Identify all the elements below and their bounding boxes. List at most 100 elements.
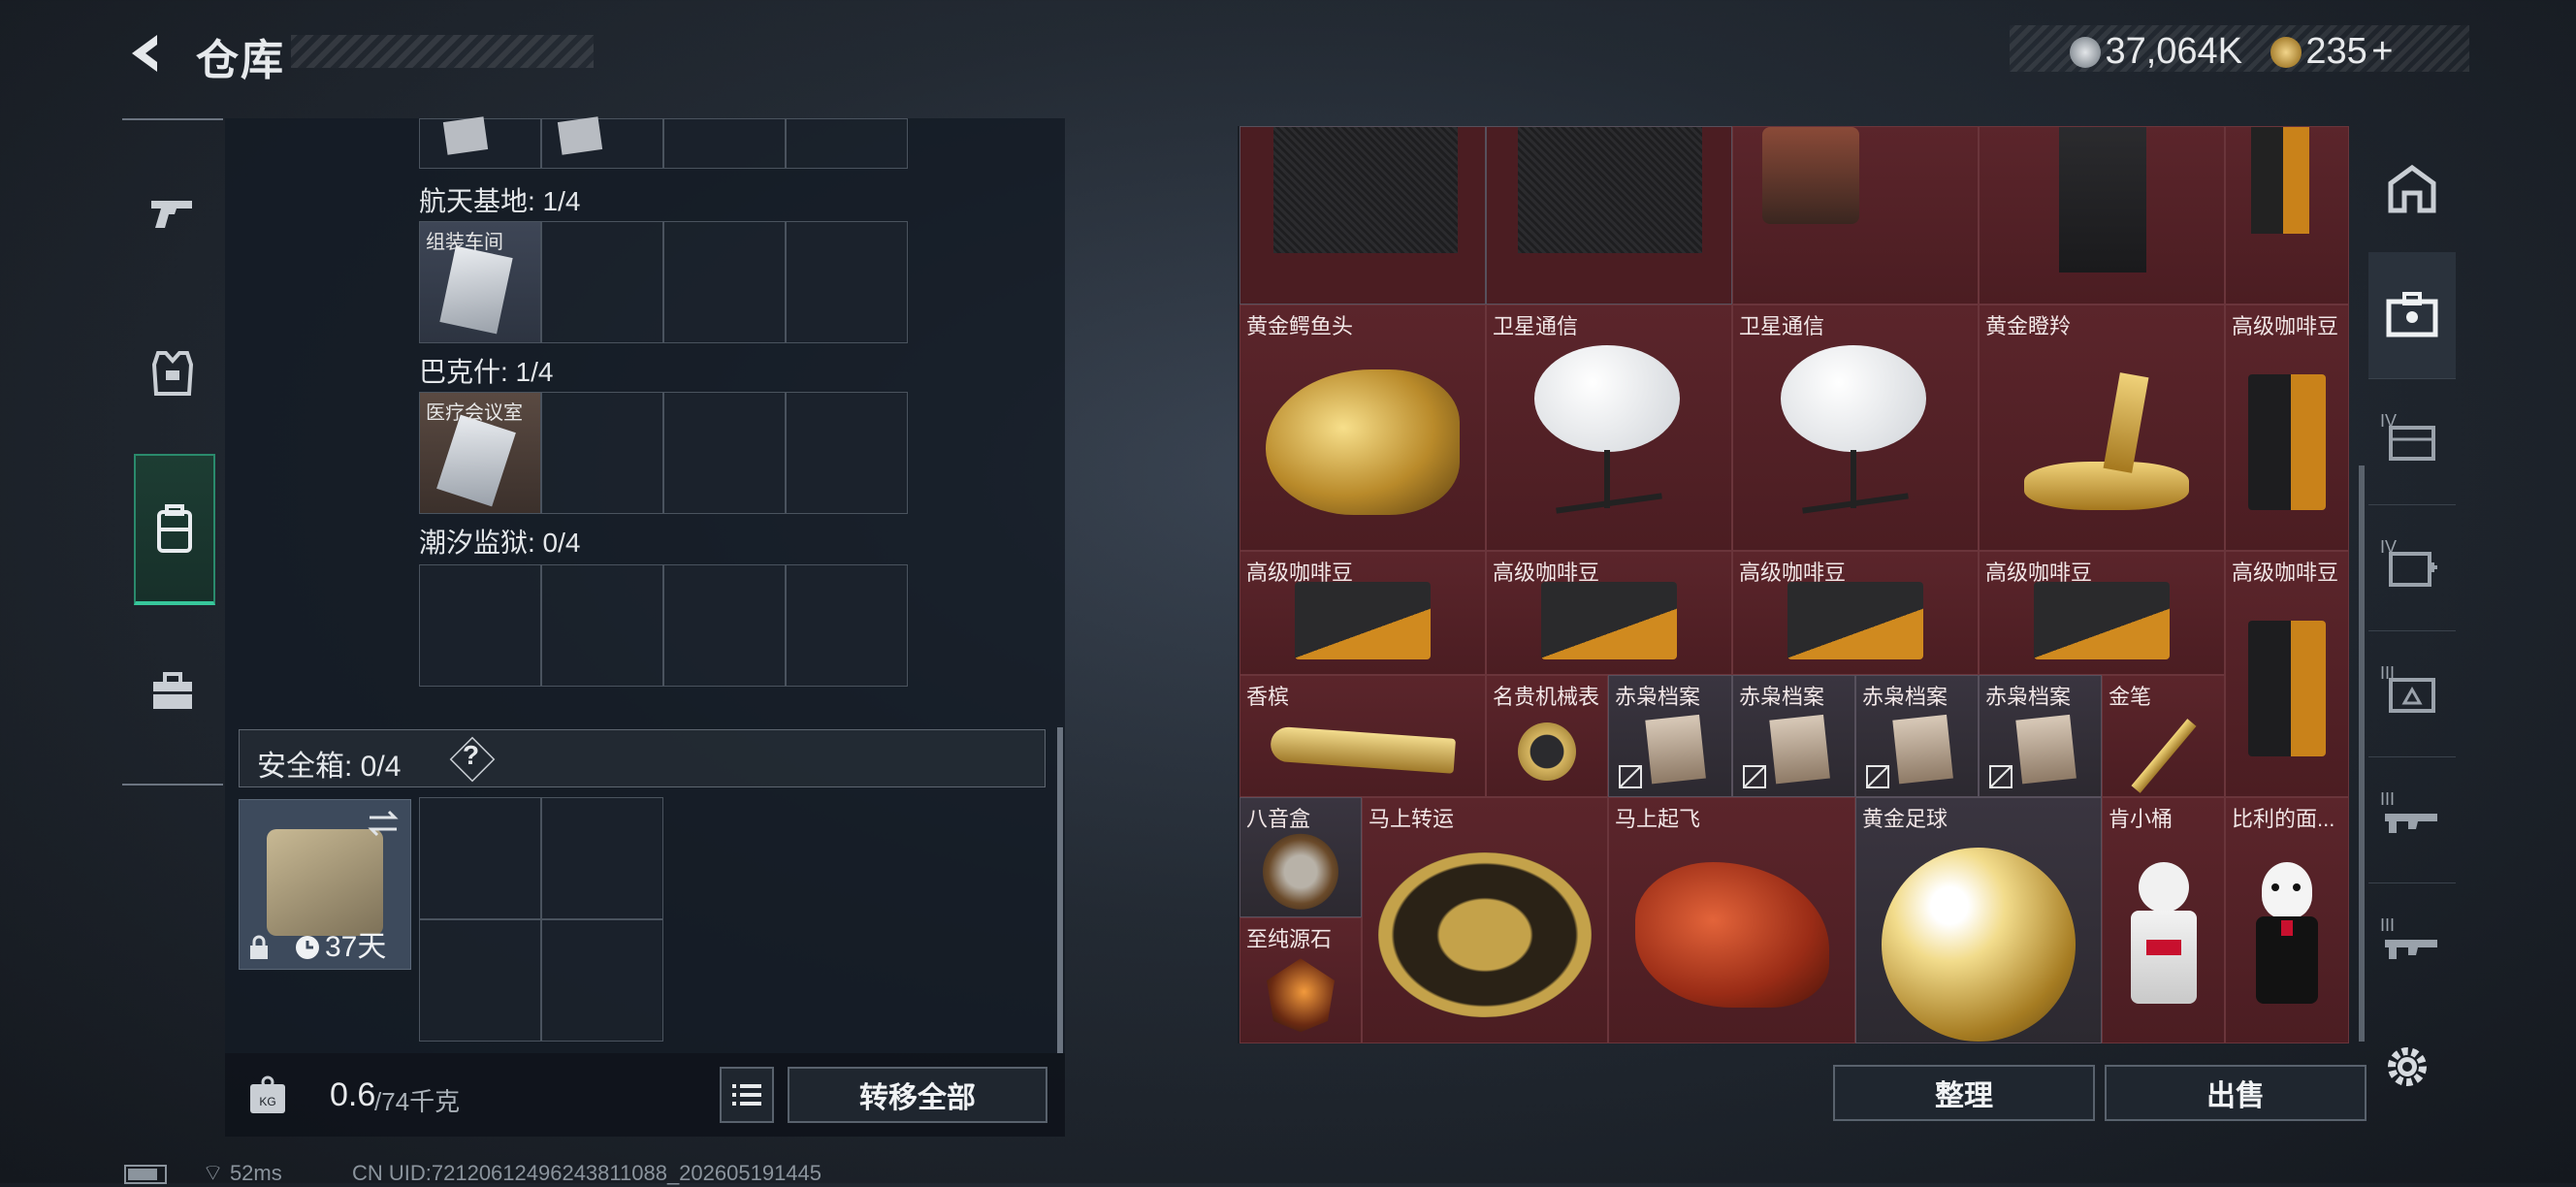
- keycard-slot[interactable]: [786, 221, 908, 343]
- sort-button[interactable]: 整理: [1833, 1065, 2095, 1121]
- stash-item[interactable]: 至纯源石: [1240, 917, 1362, 1043]
- keycard-slot[interactable]: [663, 392, 786, 514]
- stash-item[interactable]: [1240, 126, 1486, 305]
- sidebar-armorbox-iii[interactable]: III: [2368, 630, 2456, 757]
- stash-item[interactable]: 马上起飞: [1608, 797, 1855, 1043]
- card-slot[interactable]: [419, 116, 541, 169]
- stash-item[interactable]: 黄金鳄鱼头: [1240, 305, 1486, 551]
- keycard-row: 医疗会议室: [419, 392, 908, 514]
- sidebar-case[interactable]: [2368, 252, 2456, 379]
- coffee-box-image: [1295, 581, 1431, 659]
- stash-item[interactable]: 高级咖啡豆: [1732, 551, 1979, 675]
- stash-item[interactable]: 比利的面...: [2225, 797, 2349, 1043]
- keycard-slot[interactable]: [786, 392, 908, 514]
- case-icon: [2386, 292, 2438, 337]
- coffee-bag-image: [2248, 621, 2326, 757]
- keycard[interactable]: 组装车间: [420, 222, 540, 342]
- stash-item[interactable]: 高级咖啡豆: [1486, 551, 1732, 675]
- tier-label: IV: [2380, 537, 2398, 557]
- item-name: 马上起飞: [1615, 807, 1701, 831]
- stash-item[interactable]: 高级咖啡豆: [2225, 551, 2349, 797]
- tier-label: III: [2380, 789, 2396, 809]
- nav-weapons[interactable]: [134, 140, 211, 285]
- stash-item[interactable]: 高级咖啡豆: [1240, 551, 1486, 675]
- settings-gear-icon[interactable]: [2382, 1042, 2432, 1092]
- stash-item[interactable]: 高级咖啡豆: [1979, 551, 2225, 675]
- stash-item[interactable]: 香槟: [1240, 675, 1486, 797]
- keycard-slot[interactable]: 医疗会议室: [419, 392, 541, 514]
- sell-button[interactable]: 出售: [2105, 1065, 2367, 1121]
- stash-item[interactable]: 黄金足球: [1855, 797, 2102, 1043]
- stash-item[interactable]: 马上转运: [1362, 797, 1608, 1043]
- card-slot[interactable]: [663, 118, 786, 169]
- stash-item[interactable]: 赤枭档案: [1608, 675, 1732, 797]
- coffee-bag-image: [2248, 374, 2326, 511]
- card-slot[interactable]: [541, 116, 663, 169]
- sidebar-medkit-iv[interactable]: IV: [2368, 504, 2456, 631]
- music-box-image: [1263, 834, 1338, 911]
- tier-label: III: [2380, 663, 2396, 683]
- card-slot[interactable]: [786, 118, 908, 169]
- safe-slot[interactable]: [419, 919, 541, 1042]
- keycard-slot[interactable]: 组装车间: [419, 221, 541, 343]
- battery-icon: [124, 1165, 167, 1185]
- back-arrow-icon[interactable]: [124, 31, 169, 76]
- help-icon[interactable]: ?: [463, 740, 479, 771]
- stash-item[interactable]: 金笔: [2102, 675, 2225, 797]
- stash-item[interactable]: [2225, 126, 2349, 305]
- keycard-slot[interactable]: [786, 564, 908, 687]
- safe-box-header: 安全箱: 0/4 ?: [239, 729, 1046, 787]
- keycard-slot[interactable]: [663, 564, 786, 687]
- lock-icon: [250, 935, 268, 959]
- list-view-button[interactable]: [720, 1067, 774, 1123]
- no-trade-icon: [1743, 765, 1766, 788]
- safe-slot[interactable]: [541, 919, 663, 1042]
- nav-backpack[interactable]: [134, 454, 215, 605]
- safe-box-label: 安全箱: 0/4: [257, 751, 402, 783]
- keycard-slot[interactable]: [541, 221, 663, 343]
- keycard[interactable]: 医疗会议室: [420, 393, 540, 513]
- list-icon: [732, 1084, 761, 1106]
- sidebar-home[interactable]: [2368, 126, 2456, 253]
- keycard-slot[interactable]: [419, 564, 541, 687]
- nav-armor[interactable]: [134, 301, 211, 446]
- gold-coin-icon: [2270, 36, 2302, 68]
- stash-item[interactable]: 赤枭档案: [1732, 675, 1855, 797]
- stash-item[interactable]: 赤枭档案: [1855, 675, 1979, 797]
- stash-item[interactable]: [1486, 126, 1732, 305]
- add-gold-button[interactable]: +: [2371, 31, 2393, 72]
- transfer-all-button[interactable]: 转移全部: [788, 1067, 1047, 1123]
- gold-ball-image: [1882, 848, 2076, 1043]
- keycard-slot[interactable]: [541, 564, 663, 687]
- container-sidebar: IV IV III III III: [2368, 126, 2456, 1043]
- nav-case[interactable]: [134, 619, 211, 764]
- stash-item[interactable]: 赤枭档案: [1979, 675, 2102, 797]
- item-name: 黄金瞪羚: [1985, 314, 2072, 338]
- keycard-slot[interactable]: [541, 392, 663, 514]
- stash-item[interactable]: 黄金瞪羚: [1979, 305, 2225, 551]
- stash-item[interactable]: 卫星通信: [1732, 305, 1979, 551]
- clock-icon: [296, 936, 319, 959]
- item-name: 高级咖啡豆: [2232, 561, 2339, 585]
- stash-item[interactable]: 八音盒: [1240, 797, 1362, 917]
- stash-item[interactable]: 名贵机械表: [1486, 675, 1608, 797]
- safe-box-slot[interactable]: 37天: [239, 799, 411, 970]
- sidebar-container-iv[interactable]: IV: [2368, 378, 2456, 505]
- keycard-row-top: [419, 116, 908, 169]
- stash-item[interactable]: 卫星通信: [1486, 305, 1732, 551]
- swap-icon[interactable]: [366, 810, 401, 837]
- red-horse-image: [1634, 862, 1829, 1009]
- sidebar-rifle-iii[interactable]: III: [2368, 756, 2456, 883]
- scrollbar[interactable]: [1057, 727, 1063, 1053]
- stash-item[interactable]: 高级咖啡豆: [2225, 305, 2349, 551]
- sidebar-rifle-iii-2[interactable]: III: [2368, 882, 2456, 1009]
- safe-slot[interactable]: [541, 797, 663, 919]
- keycard-slot[interactable]: [663, 221, 786, 343]
- safe-slot[interactable]: [419, 797, 541, 919]
- stash-item[interactable]: [1979, 126, 2225, 305]
- stash-item[interactable]: [1732, 126, 1979, 305]
- stash-scrollbar[interactable]: [2359, 465, 2365, 1042]
- item-name: 马上转运: [1368, 807, 1455, 831]
- stash-item[interactable]: 肯小桶: [2102, 797, 2225, 1043]
- briefcase-icon: [153, 672, 192, 709]
